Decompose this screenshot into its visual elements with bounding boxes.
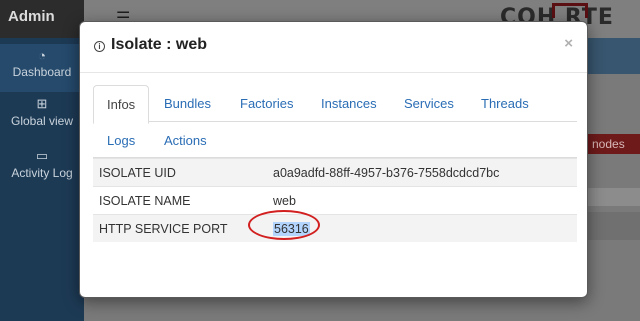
sidebar-item-label: Dashboard [12,65,72,79]
logo-mark [552,3,588,18]
tab-bar: Infos Bundles Factories Instances Servic… [93,85,577,157]
sidebar: ◔ Dashboard ⊞ Global view ▭ Activity Log [0,38,84,321]
background-panel [584,188,640,206]
table-row: ISOLATE UID a0a9adfd-88ff-4957-b376-7558… [93,158,577,187]
row-value-cell: 56316 [267,214,577,242]
nodes-button[interactable]: nodes [584,134,640,154]
row-key: ISOLATE UID [93,158,267,187]
tab-services[interactable]: Services [404,96,454,111]
sidebar-item-label: Activity Log [11,166,73,180]
row-key: HTTP SERVICE PORT [93,214,267,242]
tab-bundles[interactable]: Bundles [164,96,211,111]
sidebar-item-dashboard[interactable]: ◔ Dashboard [0,44,84,92]
tab-instances[interactable]: Instances [321,96,377,111]
tab-threads[interactable]: Threads [481,96,529,111]
sidebar-item-label: Global view [10,114,74,128]
close-button[interactable]: × [564,35,573,52]
info-icon: i [94,41,105,52]
info-table: ISOLATE UID a0a9adfd-88ff-4957-b376-7558… [93,158,577,242]
tab-infos[interactable]: Infos [93,85,150,124]
modal-header: i Isolate : web × [80,22,587,73]
dashboard-icon: ◔ [38,48,46,63]
http-port-value[interactable]: 56316 [273,221,310,236]
brand-title[interactable]: Admin [0,0,84,38]
table-row: ISOLATE NAME web [93,186,577,215]
background-panel [584,212,640,240]
modal-title: Isolate : web [111,36,208,53]
sitemap-icon: ⊞ [36,96,48,111]
isolate-modal: i Isolate : web × Infos Bundles Factorie… [79,21,588,298]
sidebar-item-activity-log[interactable]: ▭ Activity Log [0,148,84,188]
monitor-icon: ▭ [35,148,49,163]
table-row: HTTP SERVICE PORT 56316 [93,214,577,242]
sidebar-item-global-view[interactable]: ⊞ Global view [0,96,84,136]
tab-actions[interactable]: Actions [164,133,207,148]
row-value: a0a9adfd-88ff-4957-b376-7558dcdcd7bc [267,158,577,187]
tab-factories[interactable]: Factories [240,96,293,111]
tab-logs[interactable]: Logs [107,133,135,148]
row-value: web [267,186,577,215]
row-key: ISOLATE NAME [93,186,267,215]
